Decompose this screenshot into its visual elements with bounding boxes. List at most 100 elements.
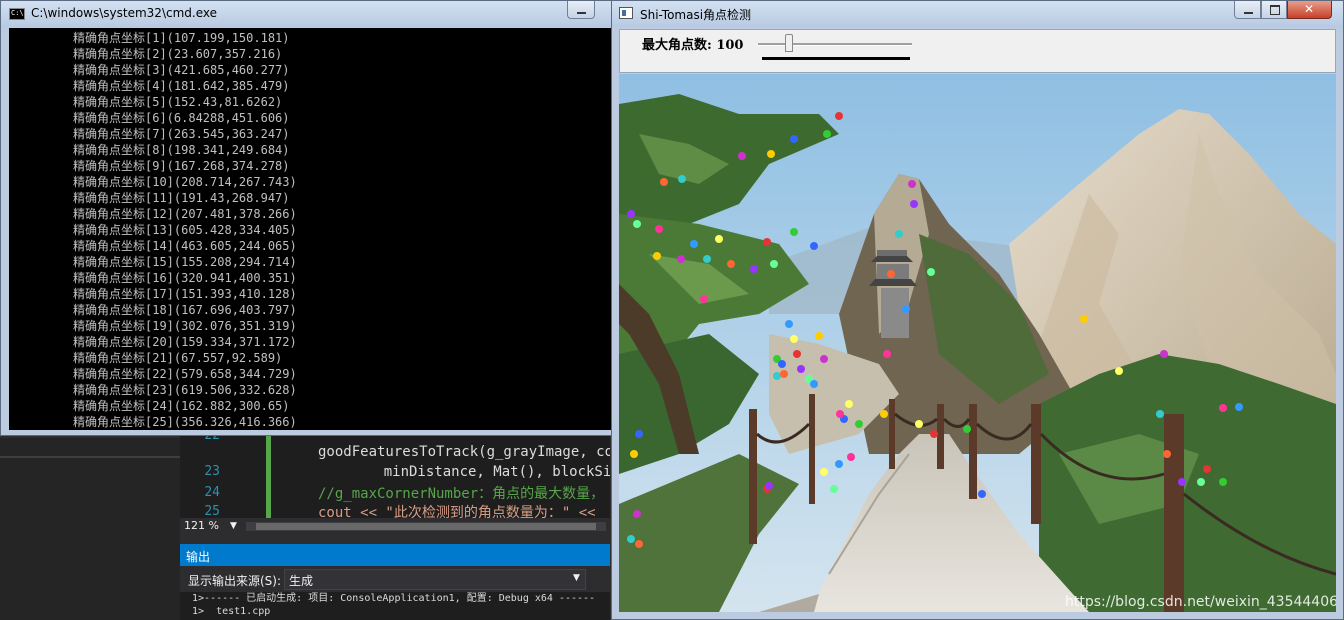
corner-marker	[823, 130, 831, 138]
corner-marker	[1163, 450, 1171, 458]
opencv-window[interactable]: Shi-Tomasi角点检测 最大角点数: 100	[611, 0, 1344, 620]
watermark-text: https://blog.csdn.net/weixin_43544406	[1065, 594, 1336, 610]
minimize-button[interactable]	[567, 1, 595, 19]
corner-marker	[750, 265, 758, 273]
code-comment-line: //g_maxCornerNumber：角点的最大数量，	[318, 486, 605, 502]
corner-marker	[1160, 350, 1168, 358]
console-line: 精确角点坐标[12](207.481,378.266)	[73, 207, 297, 221]
corner-marker	[883, 350, 891, 358]
corner-marker	[810, 380, 818, 388]
corner-marker	[1156, 410, 1164, 418]
zoom-level[interactable]: 121 %	[184, 519, 219, 532]
corner-marker	[1115, 367, 1123, 375]
corner-marker	[763, 238, 771, 246]
corner-marker	[1178, 478, 1186, 486]
change-indicator	[266, 434, 271, 518]
minimize-button[interactable]	[1234, 1, 1261, 19]
trackbar-panel: 最大角点数: 100	[619, 29, 1336, 73]
corner-marker	[820, 468, 828, 476]
corner-marker	[820, 355, 828, 363]
editor-status-bar: 121 % ▼	[180, 518, 610, 536]
console-line: 精确角点坐标[7](263.545,363.247)	[73, 127, 290, 141]
output-line: 1>------ 已启动生成: 项目: ConsoleApplication1,…	[192, 593, 596, 604]
trackbar-focus-underline	[762, 57, 910, 60]
console-line: 精确角点坐标[25](356.326,416.366)	[73, 415, 297, 429]
cv-window-title: Shi-Tomasi角点检测	[640, 8, 752, 22]
console-line: 精确角点坐标[4](181.642,385.479)	[73, 79, 290, 93]
code-line: goodFeaturesToTrack(g_grayImage, corn	[318, 444, 610, 460]
corner-marker	[855, 420, 863, 428]
corner-marker	[847, 453, 855, 461]
trackbar-thumb[interactable]	[784, 34, 793, 52]
cmd-titlebar[interactable]: C:\windows\system32\cmd.exe	[1, 1, 611, 27]
output-panel-title: 输出	[186, 550, 211, 564]
corner-marker	[715, 235, 723, 243]
console-line: 精确角点坐标[11](191.43,268.947)	[73, 191, 290, 205]
corner-marker	[633, 510, 641, 518]
corner-marker	[963, 425, 971, 433]
scrollbar-thumb[interactable]	[256, 523, 596, 530]
vs-side-panel	[0, 438, 180, 620]
console-line: 精确角点坐标[6](6.84288,451.606)	[73, 111, 290, 125]
corner-marker	[700, 295, 708, 303]
code-editor[interactable]: 22 23 24 25 goodFeaturesToTrack(g_grayIm…	[180, 434, 610, 518]
corner-marker	[1219, 478, 1227, 486]
console-line: 精确角点坐标[24](162.882,300.65)	[73, 399, 290, 413]
corner-marker	[1080, 315, 1088, 323]
corner-marker	[930, 430, 938, 438]
corner-marker	[880, 410, 888, 418]
image-display: https://blog.csdn.net/weixin_43544406	[619, 74, 1336, 612]
corner-marker	[887, 270, 895, 278]
corner-marker	[655, 225, 663, 233]
corner-marker	[1197, 478, 1205, 486]
output-text: 1>------ 已启动生成: 项目: ConsoleApplication1,…	[180, 592, 610, 620]
close-button[interactable]	[1287, 1, 1332, 19]
corner-marker	[690, 240, 698, 248]
corner-marker	[978, 490, 986, 498]
horizontal-scrollbar[interactable]	[246, 522, 606, 531]
console-line: 精确角点坐标[22](579.658,344.729)	[73, 367, 297, 381]
corner-marker	[836, 410, 844, 418]
corner-marker	[677, 255, 685, 263]
console-line: 精确角点坐标[21](67.557,92.589)	[73, 351, 283, 365]
cmd-window[interactable]: C:\windows\system32\cmd.exe 精确角点坐标[1](10…	[0, 0, 612, 436]
line-number: 25	[204, 504, 220, 518]
chevron-down-icon[interactable]: ▼	[230, 521, 237, 531]
maximize-button[interactable]	[1261, 1, 1287, 19]
corner-marker	[810, 242, 818, 250]
corner-marker	[630, 450, 638, 458]
output-source-select[interactable]: 生成 ▼	[284, 569, 586, 590]
corner-marker	[835, 460, 843, 468]
corner-marker	[1235, 403, 1243, 411]
corner-marker	[773, 372, 781, 380]
trackbar-label: 最大角点数: 100	[642, 38, 744, 53]
corner-marker	[785, 320, 793, 328]
corner-marker	[815, 332, 823, 340]
console-output: 精确角点坐标[1](107.199,150.181) 精确角点坐标[2](23.6…	[9, 28, 611, 430]
cmd-window-title: C:\windows\system32\cmd.exe	[31, 6, 217, 20]
console-line: 精确角点坐标[5](152.43,81.6262)	[73, 95, 283, 109]
corner-marker	[635, 430, 643, 438]
corner-marker	[660, 178, 668, 186]
corner-marker	[797, 365, 805, 373]
corner-marker	[627, 535, 635, 543]
code-line: cout << "此次检测到的角点数量为：" <<	[318, 505, 596, 518]
line-number-gutter: 22 23 24 25	[180, 434, 242, 518]
code-line: minDistance, Mat(), blockSize, fa	[383, 464, 610, 480]
corner-marker	[765, 482, 773, 490]
output-line: 1> test1.cpp	[192, 606, 271, 617]
console-icon	[9, 8, 25, 20]
corner-marker	[678, 175, 686, 183]
trackbar-track[interactable]	[758, 43, 912, 46]
corner-marker	[915, 420, 923, 428]
corner-marker	[793, 350, 801, 358]
corner-marker	[1203, 465, 1211, 473]
console-line: 精确角点坐标[1](107.199,150.181)	[73, 31, 290, 45]
console-line: 精确角点坐标[16](320.941,400.351)	[73, 271, 297, 285]
console-line: 精确角点坐标[10](208.714,267.743)	[73, 175, 297, 189]
corner-marker	[910, 200, 918, 208]
console-line: 精确角点坐标[18](167.696,403.797)	[73, 303, 297, 317]
line-number: 24	[204, 485, 220, 500]
corner-marker	[845, 400, 853, 408]
corner-marker	[627, 210, 635, 218]
